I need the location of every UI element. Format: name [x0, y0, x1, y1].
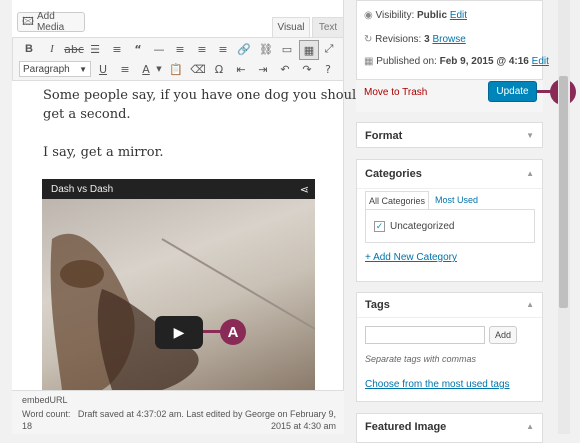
word-count-value: 18	[22, 421, 33, 431]
category-list: ✓ Uncategorized	[365, 209, 535, 243]
tags-box: Tags ▲ Add Separate tags with commas Cho…	[356, 292, 543, 402]
play-button[interactable]: ▶	[155, 316, 203, 349]
clear-formatting-icon[interactable]: ⌫	[189, 60, 207, 78]
categories-box-title: Categories	[365, 168, 422, 180]
tags-input[interactable]	[365, 326, 485, 344]
italic-icon[interactable]: I	[43, 40, 61, 58]
outdent-icon[interactable]: ⇤	[232, 60, 250, 78]
content-line-2[interactable]: get a second.	[43, 105, 131, 124]
video-frame-image	[50, 233, 315, 390]
blockquote-icon[interactable]: “	[129, 40, 147, 58]
link-icon[interactable]: 🔗	[235, 40, 253, 58]
published-label: Published on:	[376, 56, 437, 67]
format-box[interactable]: Format ▼	[356, 122, 543, 148]
share-icon[interactable]: ⋖	[300, 183, 309, 196]
toggle-arrow-icon[interactable]: ▲	[526, 422, 534, 431]
divider	[357, 188, 542, 189]
published-row: ▦ Published on: Feb 9, 2015 @ 4:16 Edit	[364, 56, 549, 67]
content-line-3[interactable]: I say, get a mirror.	[43, 143, 164, 162]
visibility-label: Visibility:	[375, 10, 415, 21]
featured-image-box: Featured Image ▲	[356, 413, 543, 443]
embed-url-label: embedURL	[22, 395, 68, 405]
align-left-icon[interactable]: ≡	[171, 40, 189, 58]
update-button[interactable]: Update	[488, 81, 537, 102]
callout-a-badge: A	[220, 319, 246, 345]
paste-text-icon[interactable]: 📋	[167, 60, 185, 78]
category-label: Uncategorized	[390, 221, 455, 232]
categories-box: Categories ▲ All Categories Most Used ✓ …	[356, 159, 543, 282]
tab-visual[interactable]: Visual	[272, 17, 310, 37]
underline-icon[interactable]: U	[94, 60, 112, 78]
revisions-value: 3	[424, 34, 430, 45]
undo-icon[interactable]: ↶	[276, 60, 294, 78]
video-title: Dash vs Dash	[51, 183, 114, 195]
category-checkbox[interactable]: ✓	[374, 221, 385, 232]
visibility-row: ◉ Visibility: Public Edit	[364, 10, 467, 21]
word-count-label: Word count:	[22, 409, 71, 419]
bold-icon[interactable]: B	[20, 40, 38, 58]
bullet-list-icon[interactable]: ☰	[86, 40, 104, 58]
history-icon: ↻	[364, 34, 373, 45]
draft-status-line1: Draft saved at 4:37:02 am. Last edited b…	[77, 409, 336, 419]
visibility-edit-link[interactable]: Edit	[450, 10, 467, 21]
add-media-label: Add Media	[36, 11, 65, 33]
media-icon: 🖾	[22, 15, 34, 28]
numbered-list-icon[interactable]: ≡	[108, 40, 126, 58]
format-select[interactable]: Paragraph ▼	[19, 61, 91, 77]
redo-icon[interactable]: ↷	[298, 60, 316, 78]
featured-image-title: Featured Image	[365, 421, 447, 433]
editor-status-bar: embedURL Word count: 18 Draft saved at 4…	[12, 390, 344, 434]
video-embed[interactable]	[42, 179, 315, 390]
draft-status-line2: 2015 at 4:30 am	[270, 421, 336, 431]
format-box-title: Format	[365, 130, 403, 142]
tags-box-title: Tags	[365, 299, 390, 311]
published-edit-link[interactable]: Edit	[532, 56, 549, 67]
text-color-chevron-icon[interactable]: ▼	[150, 60, 168, 78]
tab-most-used[interactable]: Most Used	[435, 195, 478, 205]
strikethrough-icon[interactable]: abc	[64, 40, 84, 58]
help-icon[interactable]: ?	[319, 60, 337, 78]
revisions-browse-link[interactable]: Browse	[432, 34, 465, 45]
justify-icon[interactable]: ≡	[116, 60, 134, 78]
eye-icon: ◉	[364, 10, 373, 21]
add-media-button[interactable]: 🖾 Add Media	[17, 11, 85, 33]
published-value: Feb 9, 2015 @ 4:16	[439, 56, 529, 67]
add-new-category-link[interactable]: + Add New Category	[365, 252, 457, 263]
toolbar-toggle-icon[interactable]: ▦	[299, 40, 319, 60]
revisions-row: ↻ Revisions: 3 Browse	[364, 34, 466, 45]
tags-hint: Separate tags with commas	[365, 354, 477, 364]
play-icon: ▶	[173, 324, 185, 341]
unlink-icon[interactable]: ⛓	[257, 40, 275, 58]
align-center-icon[interactable]: ≡	[193, 40, 211, 58]
toggle-arrow-icon[interactable]: ▲	[526, 300, 534, 309]
format-select-value: Paragraph	[23, 63, 70, 75]
visibility-value: Public	[417, 10, 448, 21]
revisions-label: Revisions:	[375, 34, 422, 45]
indent-icon[interactable]: ⇥	[254, 60, 272, 78]
choose-most-used-tags-link[interactable]: Choose from the most used tags	[365, 379, 510, 390]
tab-text[interactable]: Text	[312, 17, 344, 37]
move-to-trash-link[interactable]: Move to Trash	[364, 87, 427, 98]
divider	[357, 317, 542, 318]
add-tag-button[interactable]: Add	[489, 326, 517, 344]
chevron-down-icon: ▼	[79, 64, 87, 74]
fullscreen-icon[interactable]: ⤢	[320, 40, 338, 58]
toggle-arrow-icon[interactable]: ▼	[526, 131, 534, 140]
toggle-arrow-icon[interactable]: ▲	[526, 169, 534, 178]
align-right-icon[interactable]: ≡	[214, 40, 232, 58]
scrollbar-thumb[interactable]	[559, 76, 568, 308]
video-title-bar: Dash vs Dash ⋖	[42, 179, 315, 199]
content-line-1[interactable]: Some people say, if you have one dog you…	[43, 86, 364, 105]
tab-all-categories[interactable]: All Categories	[365, 191, 429, 209]
special-character-icon[interactable]: Ω	[210, 60, 228, 78]
read-more-icon[interactable]: ▭	[278, 40, 296, 58]
horizontal-line-icon[interactable]: —	[150, 40, 168, 58]
calendar-icon: ▦	[364, 56, 374, 67]
